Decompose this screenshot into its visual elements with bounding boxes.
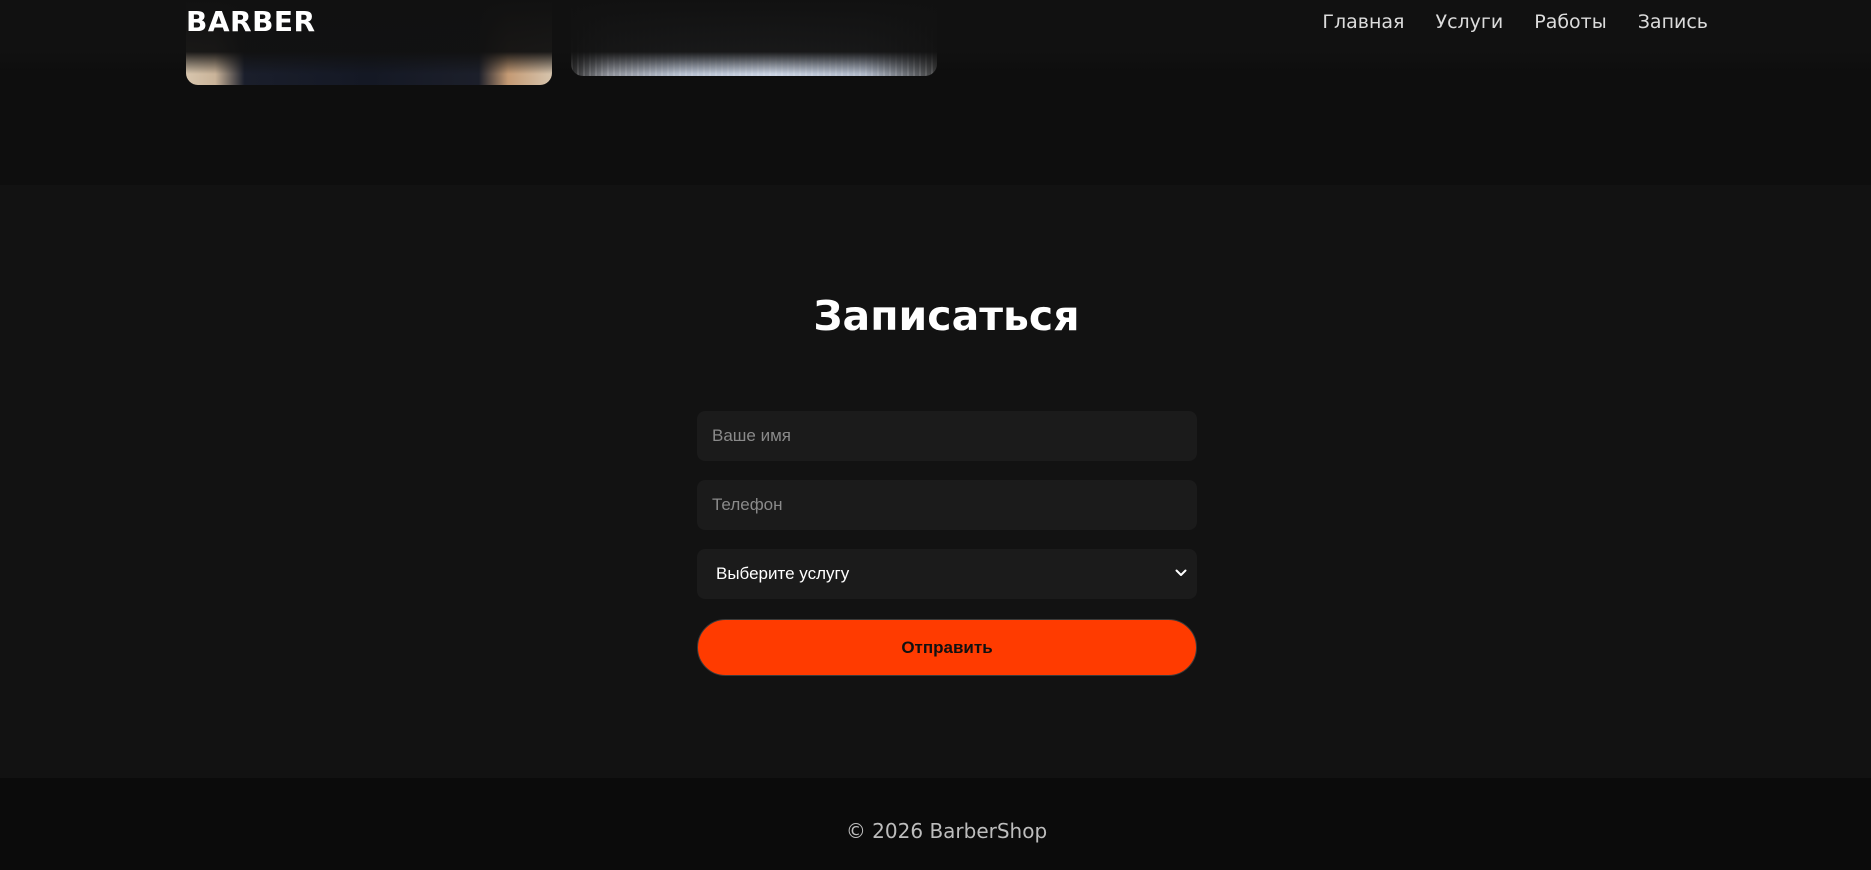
page: BARBER Главная Услуги Работы Запись Запи… [0,0,1871,870]
name-input[interactable] [697,411,1197,461]
nav-link-works[interactable]: Работы [1534,10,1607,34]
main-nav: Главная Услуги Работы Запись [1322,10,1708,34]
logo[interactable]: BARBER [186,4,316,40]
submit-button[interactable]: Отправить [697,619,1197,676]
booking-section: Записаться Выберите услугу Отправить [0,185,1871,778]
nav-link-services[interactable]: Услуги [1435,10,1503,34]
service-select[interactable]: Выберите услугу [697,549,1197,599]
phone-input[interactable] [697,480,1197,530]
booking-form: Выберите услугу Отправить [697,411,1197,676]
nav-link-home[interactable]: Главная [1322,10,1404,34]
site-header: BARBER Главная Услуги Работы Запись [0,0,1871,74]
service-select-value: Выберите услугу [716,564,850,583]
copyright-text: © 2026 BarberShop [845,819,1048,843]
booking-title: Записаться [813,292,1080,340]
site-footer: © 2026 BarberShop [0,778,1871,870]
chevron-down-icon [1175,569,1187,576]
nav-link-booking[interactable]: Запись [1638,10,1708,34]
